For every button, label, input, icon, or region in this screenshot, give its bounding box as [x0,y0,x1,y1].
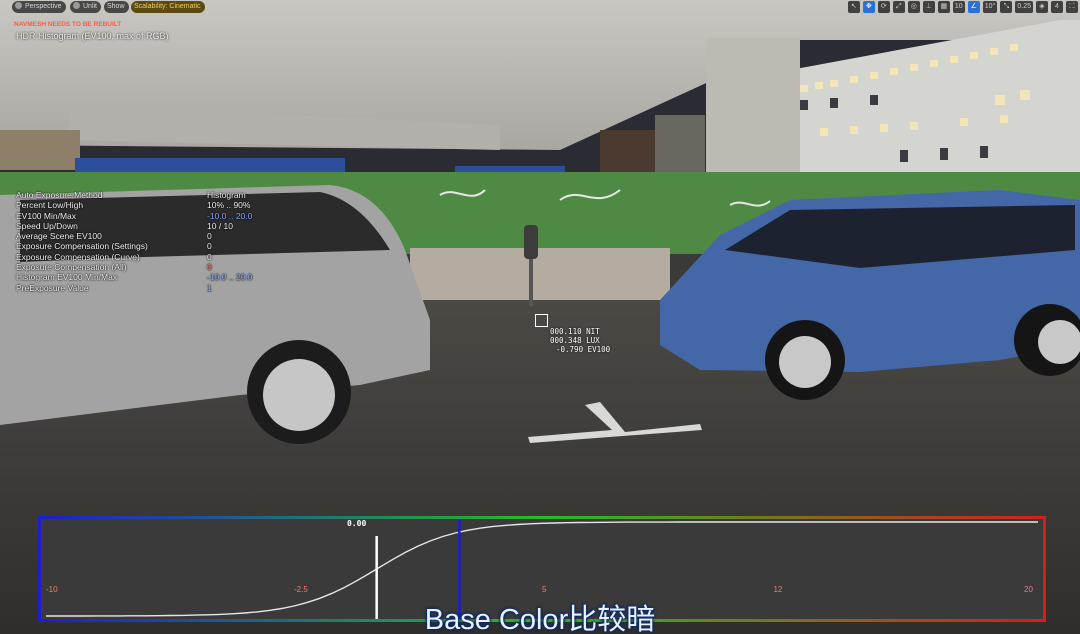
info-value: 0 [207,241,212,252]
info-label: Auto Exposure Method [16,190,103,200]
move-mode-button[interactable]: ✥ [862,1,875,13]
info-label: Exposure Compensation (Settings) [16,241,148,252]
info-value: 1 [207,282,212,293]
world-local-icon[interactable]: ◎ [907,1,920,13]
axis-tick-label: -10 [46,585,58,594]
camera-speed-icon[interactable]: ◈ [1036,1,1048,13]
info-value: -10.0 .. 20.0 [207,272,253,283]
info-value: -10.0 .. 20.0 [207,210,253,221]
camera-speed-value[interactable]: 4 [1051,1,1063,13]
info-value: 10 / 10 [207,220,233,231]
view-mode-button[interactable]: Unlit [70,1,102,13]
info-value: 10% .. 90% [207,200,251,211]
probe-ev: -0.790 EV100 [556,345,611,354]
info-label: Histogram EV100 Min/Max [16,272,118,283]
grid-snap-button[interactable]: ▦ [937,1,950,13]
info-value: 0 [207,262,212,273]
scale-mode-button[interactable]: ⤢ [892,1,905,13]
show-label: Show [107,3,125,10]
scalability-label: Scalability: Cinematic [134,3,201,10]
perspective-label: Perspective [25,3,62,10]
angle-snap-button[interactable]: ∠ [967,1,980,13]
editor-viewport[interactable]: Perspective Unlit Show Scalability: Cine… [0,0,1080,634]
transform-tools: ↖ ✥ ⟳ ⤢ ◎ ⊥ ▦ 10 ∠ 10° ⤡ 0.25 ◈ 4 ⛶ [847,1,1078,13]
info-label: Speed Up/Down [16,220,78,231]
info-label: Exposure Compensation (All) [16,262,127,273]
info-row: Percent Low/High 10% .. 90% [16,200,276,210]
info-row: PreExposure Value 1 [16,283,276,293]
luminance-probe [535,314,548,327]
view-mode-icon [73,2,80,9]
view-mode-label: Unlit [83,3,98,10]
info-row: Exposure Compensation (All) 0 [16,262,276,272]
info-label: EV100 Min/Max [16,210,76,221]
surface-snap-icon[interactable]: ⊥ [922,1,935,13]
viewport-toolbar: Perspective Unlit Show Scalability: Cine… [0,0,1080,14]
info-value: 0 [207,231,212,242]
axis-tick-label: 5 [542,585,547,594]
marker-value: 0.00 [347,519,367,528]
camera-icon [15,2,22,9]
info-row: Average Scene EV100 0 [16,231,276,241]
probe-readout: 000.110 NIT 000.348 LUX -0.790 EV100 [550,327,610,354]
info-label: Exposure Compensation (Curve) [16,251,140,262]
info-value: Histogram [207,190,246,200]
scale-snap-value[interactable]: 0.25 [1015,1,1033,13]
info-row: Exposure Compensation (Curve) 0 [16,252,276,262]
info-row: Exposure Compensation (Settings) 0 [16,241,276,251]
exposure-info-panel: Auto Exposure Method Histogram Percent Lo… [16,190,276,293]
angle-snap-value[interactable]: 10° [982,1,998,13]
probe-nit: 000.110 NIT [550,327,600,336]
hdr-histogram-title: HDR Histogram (EV100, max of RGB) [16,31,169,41]
select-mode-button[interactable]: ↖ [847,1,860,13]
info-label: PreExposure Value [16,282,89,293]
show-button[interactable]: Show [104,1,129,13]
maximize-viewport-icon[interactable]: ⛶ [1066,1,1078,13]
probe-lux: 000.348 LUX [550,336,600,345]
grid-snap-value[interactable]: 10 [952,1,965,13]
info-value: 0 [207,251,212,262]
info-row: Histogram EV100 Min/Max -10.0 .. 20.0 [16,272,276,282]
axis-tick-label: 12 [773,585,783,594]
video-subtitle: Base Color比较暗 [424,604,656,634]
axis-tick-label: 20 [1024,585,1033,594]
info-row: Speed Up/Down 10 / 10 [16,221,276,231]
info-label: Percent Low/High [16,200,84,211]
scalability-button[interactable]: Scalability: Cinematic [131,1,205,13]
perspective-button[interactable]: Perspective [12,1,66,13]
axis-tick-label: -2.5 [294,585,308,594]
info-row: Auto Exposure Method Histogram [16,190,276,200]
rotate-mode-button[interactable]: ⟳ [877,1,890,13]
scale-snap-button[interactable]: ⤡ [1000,1,1013,13]
navmesh-warning: NAVMESH NEEDS TO BE REBUILT [14,21,122,28]
info-label: Average Scene EV100 [16,231,102,242]
info-row: EV100 Min/Max -10.0 .. 20.0 [16,211,276,221]
